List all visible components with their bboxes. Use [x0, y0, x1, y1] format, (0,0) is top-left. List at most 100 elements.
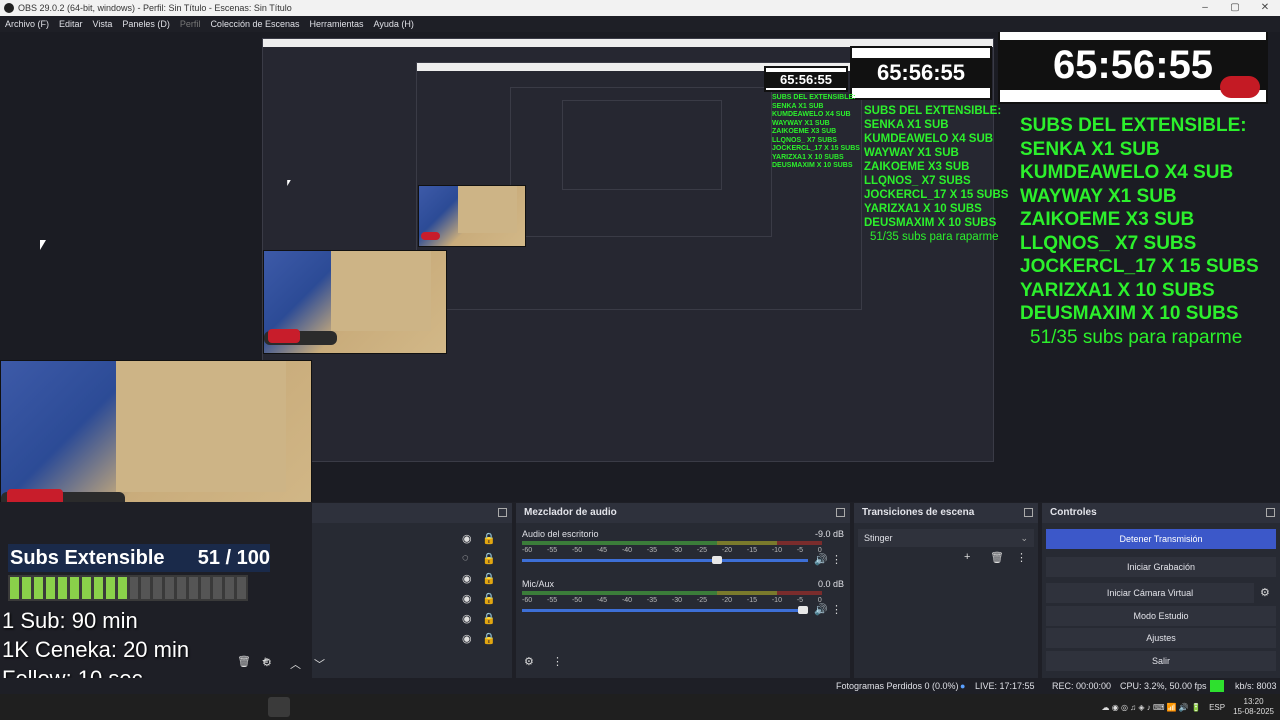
preview-canvas[interactable]: 65:56:55 65:56:55 65:56:55 SUBS DEL EXTE… — [0, 32, 1280, 502]
audio-mixer-dock: Mezclador de audio Audio del escritorio … — [516, 503, 850, 678]
subs-extensible-label: Subs Extensible — [10, 547, 165, 569]
lock-icon[interactable]: 🔒 — [482, 632, 496, 645]
subs-entry: LLQNOS_ X7 SUBS — [864, 175, 971, 187]
transition-more-icon[interactable]: ⋮ — [1016, 551, 1027, 564]
start-recording-button[interactable]: Iniciar Grabación — [1046, 557, 1276, 577]
scale-tick: -50 — [571, 547, 583, 554]
subs-entry: SENKA X1 SUB — [1020, 138, 1160, 160]
slider-knob[interactable] — [798, 606, 808, 614]
exit-button[interactable]: Salir — [1046, 651, 1276, 671]
subs-entry: KUMDEAWELO X4 SUB — [1020, 162, 1234, 183]
mixer-settings-icon[interactable]: ⚙ — [524, 655, 534, 668]
live-time: LIVE: 17:17:55 — [975, 681, 1035, 691]
source-row[interactable]: ◉ 🔒 — [312, 569, 512, 589]
progress-segment — [225, 577, 235, 599]
progress-segment — [45, 577, 55, 599]
maximize-icon[interactable]: ▢ — [1220, 0, 1250, 16]
eye-icon[interactable]: ◉ — [462, 572, 472, 585]
language-indicator[interactable]: ESP — [1209, 703, 1225, 712]
lock-icon[interactable]: 🔒 — [482, 592, 496, 605]
more-icon[interactable]: ⋮ — [831, 554, 842, 566]
subs-entry: WAYWAY X1 SUB — [772, 119, 830, 127]
subs-entry: LLQNOS_ X7 SUBS — [772, 136, 837, 144]
subs-title: SUBS DEL EXTENSIBLE: — [1020, 115, 1247, 136]
lock-icon[interactable]: 🔒 — [482, 552, 496, 565]
menu-herramientas[interactable]: Herramientas — [305, 16, 369, 32]
volume-slider[interactable] — [522, 556, 808, 564]
menu-perfil[interactable]: Perfil — [175, 16, 206, 32]
settings-button[interactable]: Ajustes — [1046, 628, 1276, 648]
float-icon[interactable] — [836, 508, 845, 517]
float-icon[interactable] — [1266, 508, 1275, 517]
source-row[interactable]: ◉ 🔒 — [312, 629, 512, 649]
meter-scale: -60 -55 -50 -45 -40 -35 -30 -25 -20 -15 -10 -5 0 — [522, 547, 822, 555]
float-icon[interactable] — [1024, 508, 1033, 517]
subs-entry: KUMDEAWELO X4 SUB — [772, 111, 851, 118]
eye-icon[interactable]: ◉ — [462, 532, 472, 545]
mixer-more-icon[interactable]: ⋮ — [552, 655, 563, 668]
speaker-icon[interactable]: 🔊 — [814, 604, 828, 616]
akatsuki-cloud-icon — [1220, 76, 1260, 98]
close-icon[interactable]: ✕ — [1250, 0, 1280, 16]
source-row[interactable]: ◌ 🔒 — [312, 549, 512, 569]
subs-entry: JOCKERCL_17 X 15 SUBS — [772, 145, 860, 152]
stop-stream-button[interactable]: Detener Transmisión — [1046, 529, 1276, 549]
health-indicator — [1210, 680, 1224, 692]
remove-source-icon[interactable]: 🗑 — [237, 655, 251, 668]
eye-icon[interactable]: ◉ — [462, 632, 472, 645]
timer-value: 65:56:55 — [852, 58, 990, 88]
studio-mode-button[interactable]: Modo Estudio — [1046, 606, 1276, 626]
float-icon[interactable] — [498, 508, 507, 517]
eye-icon[interactable]: ◉ — [462, 592, 472, 605]
source-settings-icon[interactable]: ⚙ — [262, 656, 272, 669]
menu-archivo[interactable]: Archivo (F) — [0, 16, 54, 32]
source-row[interactable]: ◉ 🔒 — [312, 589, 512, 609]
door-shape — [458, 186, 517, 233]
mixer-title: Mezclador de audio — [524, 507, 617, 518]
channel-icons: 🔊 ⋮ — [814, 553, 842, 566]
start-virtual-camera-button[interactable]: Iniciar Cámara Virtual — [1046, 583, 1254, 603]
scale-tick: -60 — [522, 597, 533, 604]
transition-select[interactable]: Stinger ⌄ — [858, 529, 1034, 547]
webcam-feed-main — [0, 360, 312, 502]
lock-icon[interactable]: 🔒 — [482, 532, 496, 545]
menu-editar[interactable]: Editar — [54, 16, 88, 32]
menu-coleccion[interactable]: Colección de Escenas — [205, 16, 304, 32]
status-bar: Fotogramas Perdidos 0 (0.0%) ● LIVE: 17:… — [0, 678, 1280, 694]
menu-bar: Archivo (F) Editar Vista Paneles (D) Per… — [0, 16, 1280, 32]
cursor-icon — [287, 180, 291, 186]
progress-segment — [93, 577, 103, 599]
menu-vista[interactable]: Vista — [88, 16, 118, 32]
more-icon[interactable]: ⋮ — [831, 604, 842, 616]
menu-paneles[interactable]: Paneles (D) — [117, 16, 175, 32]
eye-icon[interactable]: ◌ — [462, 552, 469, 564]
eye-icon[interactable]: ◉ — [462, 612, 472, 625]
subs-entry: WAYWAY X1 SUB — [864, 147, 959, 159]
subs-entry: ZAIKOEME X3 SUB — [1020, 209, 1195, 230]
source-row[interactable]: ◉ 🔒 — [312, 609, 512, 629]
tray-icons: ☁ ◉ ◎ ♫ ◈ ♪ ⌨ 📶 🔊 🔋 — [1101, 702, 1202, 712]
subs-entry: LLQNOS_ X7 SUBS — [1020, 232, 1197, 254]
source-row[interactable]: ◉ 🔒 — [312, 529, 512, 549]
lock-icon[interactable]: 🔒 — [482, 612, 496, 625]
delete-transition-icon[interactable]: 🗑 — [990, 551, 1004, 564]
speaker-icon[interactable]: 🔊 — [814, 554, 828, 566]
move-up-icon[interactable]: ︿ — [290, 656, 301, 672]
channel-name: Mic/Aux — [522, 579, 555, 589]
subs-extensible-bar: Subs Extensible 51 / 100 — [8, 544, 270, 572]
gear-icon[interactable]: ⚙ — [1260, 586, 1270, 599]
add-transition-icon[interactable]: + — [964, 551, 970, 563]
clock[interactable]: 13:20 15-08-2025 — [1233, 697, 1274, 717]
menu-ayuda[interactable]: Ayuda (H) — [369, 16, 419, 32]
sources-header — [312, 503, 512, 523]
slider-knob[interactable] — [712, 556, 723, 564]
progress-segment — [153, 577, 163, 599]
progress-segment — [141, 577, 151, 599]
volume-slider[interactable] — [522, 606, 808, 614]
move-down-icon[interactable]: ﹀ — [314, 656, 325, 672]
lock-icon[interactable]: 🔒 — [482, 572, 496, 585]
minimize-icon[interactable]: – — [1190, 0, 1220, 16]
obs-taskbar-icon[interactable] — [268, 697, 290, 717]
scale-tick: -10 — [771, 597, 782, 604]
nested-capture-4 — [562, 100, 722, 190]
